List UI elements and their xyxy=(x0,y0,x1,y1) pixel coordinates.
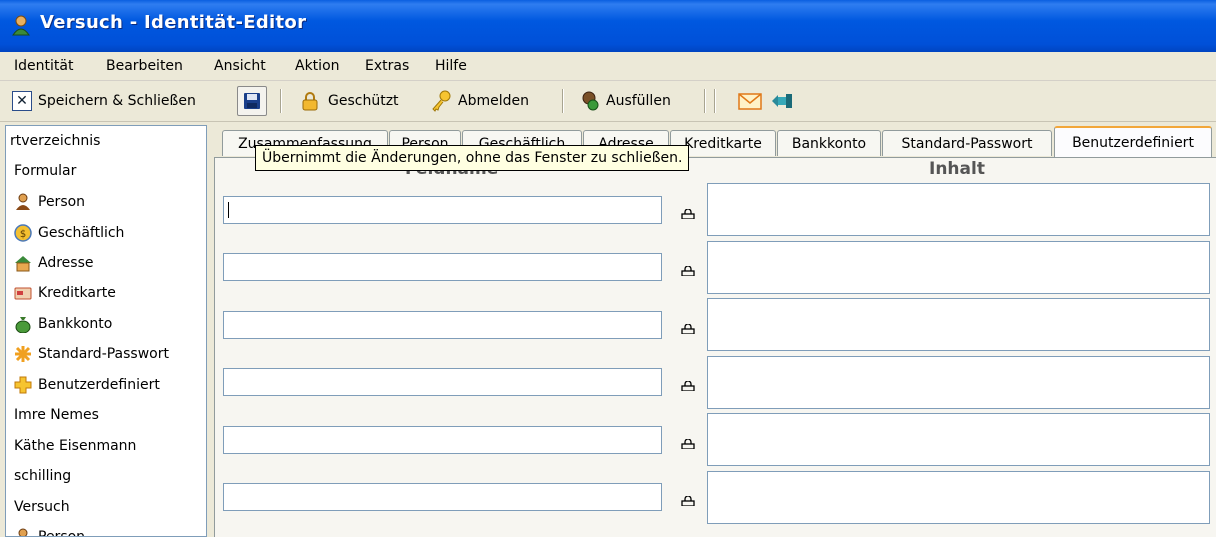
tree-item-label: Imre Nemes xyxy=(14,407,99,423)
menu-bar: Identität Bearbeiten Ansicht Aktion Extr… xyxy=(0,52,1216,81)
field-name-input[interactable] xyxy=(223,311,662,339)
house-icon xyxy=(15,256,31,272)
toolbar-separator xyxy=(280,89,282,113)
tree-item-label: Kreditkarte xyxy=(38,285,116,301)
logout-label: Abmelden xyxy=(458,93,529,109)
tree-item-label: Käthe Eisenmann xyxy=(14,438,137,454)
protected-label: Geschützt xyxy=(328,93,399,109)
field-content-input[interactable] xyxy=(707,471,1210,524)
tree-item-identity[interactable]: schilling xyxy=(14,463,71,489)
pushpin-icon xyxy=(772,94,792,108)
toolbar-separator xyxy=(714,89,716,113)
person-icon xyxy=(18,528,28,536)
mail-button[interactable] xyxy=(738,87,762,115)
lock-icon[interactable] xyxy=(681,209,695,219)
tree-item-person[interactable]: Person xyxy=(14,189,85,215)
toolbar-separator xyxy=(562,89,564,113)
fill-person-icon xyxy=(582,91,599,111)
tree-item-label: Geschäftlich xyxy=(38,225,125,241)
person-icon xyxy=(16,193,30,210)
tree-item-default-password[interactable]: Standard-Passwort xyxy=(14,341,169,367)
field-content-input[interactable] xyxy=(707,183,1210,236)
tree-item-person[interactable]: Person xyxy=(14,524,86,537)
asterisk-icon xyxy=(15,346,31,362)
floppy-disk-icon xyxy=(244,93,260,109)
save-close-button[interactable]: ✕ Speichern & Schließen xyxy=(12,87,196,115)
tree-item-identity[interactable]: Imre Nemes xyxy=(14,402,99,428)
toolbar-separator xyxy=(704,89,706,113)
window-title: Versuch - Identität-Editor xyxy=(40,12,307,33)
tree-item-label: Bankkonto xyxy=(38,316,113,332)
lock-icon[interactable] xyxy=(681,496,695,506)
field-name-input[interactable] xyxy=(223,253,662,281)
tree-item-custom[interactable]: Benutzerdefiniert xyxy=(14,372,160,398)
money-bag-icon xyxy=(15,317,31,333)
tree-item-label: Standard-Passwort xyxy=(38,346,169,362)
tree-item-label: Adresse xyxy=(38,255,94,271)
menu-aktion[interactable]: Aktion xyxy=(295,58,340,74)
lock-icon[interactable] xyxy=(681,266,695,276)
plus-icon xyxy=(14,376,32,394)
tree-item-address[interactable]: Adresse xyxy=(14,250,93,276)
svg-text:$: $ xyxy=(20,229,26,240)
field-name-input[interactable] xyxy=(223,483,662,511)
field-content-input[interactable] xyxy=(707,413,1210,466)
pin-button[interactable] xyxy=(770,87,794,115)
menu-hilfe[interactable]: Hilfe xyxy=(435,58,467,74)
fill-button[interactable]: Ausfüllen xyxy=(578,87,671,115)
tree-item-identity[interactable]: Käthe Eisenmann xyxy=(14,433,136,459)
tree-item-label: Versuch xyxy=(14,499,70,515)
credit-card-icon xyxy=(14,287,32,300)
app-icon xyxy=(12,15,30,36)
toolbar: ✕ Speichern & Schließen Geschützt Abmeld… xyxy=(0,81,1216,122)
tree-item-label: Benutzerdefiniert xyxy=(38,377,160,393)
field-name-input[interactable] xyxy=(223,368,662,396)
identity-tree[interactable]: rtverzeichnis Formular Person $ Geschäft… xyxy=(5,125,207,537)
field-content-input[interactable] xyxy=(707,298,1210,351)
key-icon xyxy=(432,90,451,112)
save-button[interactable] xyxy=(237,86,267,116)
logout-button[interactable]: Abmelden xyxy=(430,87,529,115)
tree-item-form[interactable]: Formular xyxy=(14,158,76,184)
lock-icon[interactable] xyxy=(681,439,695,449)
protected-button[interactable]: Geschützt xyxy=(300,87,399,115)
field-content-input[interactable] xyxy=(707,356,1210,409)
tree-item-label: Person xyxy=(38,529,86,537)
tree-item-identity[interactable]: Versuch xyxy=(14,494,70,520)
lock-icon[interactable] xyxy=(681,324,695,334)
tree-item-credit-card[interactable]: Kreditkarte xyxy=(14,280,116,306)
field-name-input[interactable] xyxy=(223,426,662,454)
field-name-input[interactable] xyxy=(223,196,662,224)
tree-item-label: rtverzeichnis xyxy=(10,133,101,149)
padlock-icon xyxy=(302,92,318,111)
column-header-content: Inhalt xyxy=(929,159,985,179)
tree-item-label: Formular xyxy=(14,163,77,179)
lock-icon[interactable] xyxy=(681,381,695,391)
save-close-label: Speichern & Schließen xyxy=(38,93,196,109)
tree-item-directory[interactable]: rtverzeichnis xyxy=(10,128,100,154)
menu-identitaet[interactable]: Identität xyxy=(14,58,73,74)
tree-item-business[interactable]: $ Geschäftlich xyxy=(14,220,124,246)
menu-ansicht[interactable]: Ansicht xyxy=(214,58,266,74)
envelope-icon xyxy=(738,93,762,110)
menu-bearbeiten[interactable]: Bearbeiten xyxy=(106,58,183,74)
tab-custom[interactable]: Benutzerdefiniert xyxy=(1054,126,1212,157)
menu-extras[interactable]: Extras xyxy=(365,58,409,74)
coin-icon: $ xyxy=(14,224,32,242)
tooltip: Übernimmt die Änderungen, ohne das Fenst… xyxy=(255,145,690,171)
tree-item-bank-account[interactable]: Bankkonto xyxy=(14,311,112,337)
tree-item-label: schilling xyxy=(14,468,72,484)
title-bar: Versuch - Identität-Editor xyxy=(0,0,1216,52)
close-icon: ✕ xyxy=(12,91,32,111)
tab-bank-account[interactable]: Bankkonto xyxy=(777,130,881,156)
tab-default-password[interactable]: Standard-Passwort xyxy=(882,130,1052,156)
tree-item-label: Person xyxy=(38,194,86,210)
text-caret xyxy=(228,202,229,218)
fill-label: Ausfüllen xyxy=(606,93,671,109)
field-content-input[interactable] xyxy=(707,241,1210,294)
